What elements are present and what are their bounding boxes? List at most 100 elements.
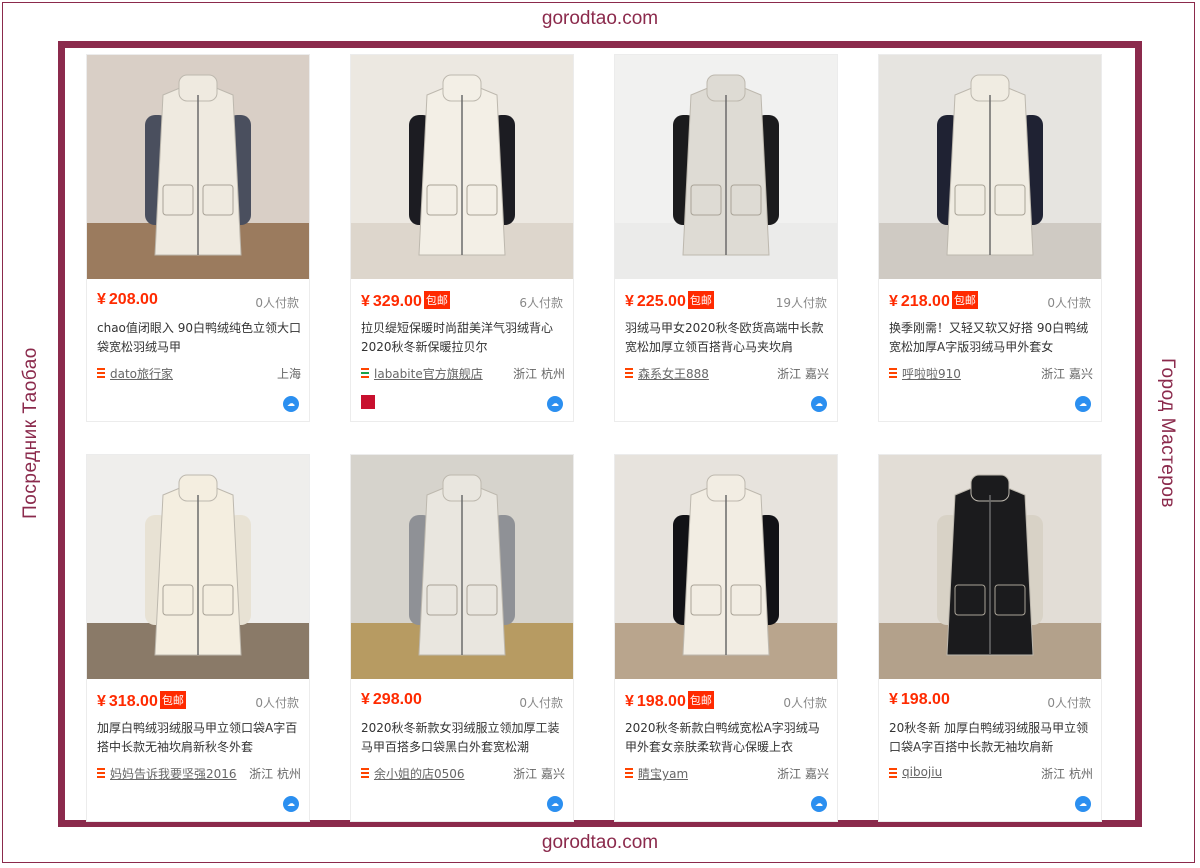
product-card[interactable]: ¥218.00 包邮 0人付款 换季刚需！又轻又软又好搭 90白鸭绒宽松加厚A字版羽绒…	[878, 54, 1102, 422]
product-title-link[interactable]: 拉贝缇短保暖时尚甜美洋气羽绒背心2020秋冬新保暖拉贝尔	[361, 319, 567, 359]
side-caption-left: Посредник Таобао	[20, 347, 41, 519]
shop-location: 浙江 嘉兴	[513, 767, 565, 781]
chat-icon[interactable]: ☁	[1075, 396, 1091, 412]
sales-count: 0人付款	[1047, 696, 1091, 710]
product-card[interactable]: ¥225.00 包邮 19人付款羽绒马甲女2020秋冬欧货高端中长款宽松加厚立领百搭…	[614, 54, 838, 422]
product-title-link[interactable]: 加厚白鸭绒羽绒服马甲立领口袋A字百搭中长款无袖坎肩新秋冬外套	[97, 719, 303, 759]
product-card[interactable]: ¥208.00 0人付款 chao值闭眼入 90白鸭绒纯色立领大口袋宽松羽绒马甲 da…	[86, 54, 310, 422]
price-value: 225.00	[636, 293, 686, 310]
shop-name-link[interactable]: 森系女王888	[638, 365, 709, 382]
currency-symbol: ¥	[625, 693, 634, 710]
shop-icon	[97, 768, 105, 779]
shop-icon	[625, 768, 633, 779]
shop-icon	[625, 368, 633, 379]
shop-location: 浙江 杭州	[1041, 767, 1093, 781]
shop-icon	[361, 368, 369, 379]
chat-icon[interactable]: ☁	[811, 396, 827, 412]
product-title-link[interactable]: 换季刚需！又轻又软又好搭 90白鸭绒宽松加厚A字版羽绒马甲外套女	[889, 319, 1095, 359]
shop-row: 睛宝yam 浙江 嘉兴	[625, 765, 829, 781]
shop-name-link[interactable]: 余小姐的店0506	[374, 765, 465, 782]
free-shipping-badge: 包邮	[687, 291, 714, 309]
site-watermark-top: gorodtao.com	[541, 8, 659, 29]
shop-row: 余小姐的店0506 浙江 嘉兴	[361, 765, 565, 781]
free-shipping-badge: 包邮	[423, 291, 450, 309]
chat-icon[interactable]: ☁	[1075, 796, 1091, 812]
sales-count: 0人付款	[255, 696, 299, 710]
shop-name-link[interactable]: 睛宝yam	[638, 765, 688, 782]
sales-count: 0人付款	[783, 696, 827, 710]
product-price: ¥225.00 包邮	[625, 291, 714, 311]
sales-count: 19人付款	[775, 296, 827, 310]
price-value: 208.00	[108, 291, 158, 308]
free-shipping-badge: 包邮	[687, 691, 714, 709]
product-card[interactable]: ¥329.00 包邮 6人付款拉贝缇短保暖时尚甜美洋气羽绒背心2020秋冬新保暖拉贝…	[350, 54, 574, 422]
shop-location: 浙江 杭州	[249, 767, 301, 781]
product-title-link[interactable]: 20秋冬新 加厚白鸭绒羽绒服马甲立领口袋A字百搭中长款无袖坎肩新	[889, 719, 1095, 759]
price-value: 318.00	[108, 693, 158, 710]
shop-row: dato旅行家 上海	[97, 365, 301, 381]
product-card[interactable]: ¥198.00 0人付款 20秋冬新 加厚白鸭绒羽绒服马甲立领口袋A字百搭中长款无袖…	[878, 454, 1102, 822]
side-caption-right: Город Мастеров	[1157, 357, 1178, 509]
product-price: ¥198.00 包邮	[625, 691, 714, 711]
chat-icon[interactable]: ☁	[283, 396, 299, 412]
shop-icon	[97, 368, 105, 379]
product-card[interactable]: ¥318.00 包邮 0人付款加厚白鸭绒羽绒服马甲立领口袋A字百搭中长款无袖坎肩新秋…	[86, 454, 310, 822]
chat-icon[interactable]: ☁	[547, 396, 563, 412]
product-price: ¥198.00	[889, 691, 950, 709]
product-image[interactable]	[351, 55, 573, 279]
shop-name-link[interactable]: 呼啦啦910	[902, 365, 961, 382]
shop-name-link[interactable]: qibojiu	[902, 765, 942, 779]
product-title-link[interactable]: chao值闭眼入 90白鸭绒纯色立领大口袋宽松羽绒马甲	[97, 319, 303, 359]
chat-icon[interactable]: ☁	[283, 796, 299, 812]
product-image[interactable]	[87, 55, 309, 279]
shop-row: 呼啦啦910 浙江 嘉兴	[889, 365, 1093, 381]
shop-row: lababite官方旗舰店 浙江 杭州	[361, 365, 565, 381]
product-image[interactable]	[615, 55, 837, 279]
shop-row: 妈妈告诉我要坚强2016 浙江 杭州	[97, 765, 301, 781]
flagship-store-logo	[361, 395, 375, 409]
product-card[interactable]: ¥298.00 0人付款 2020秋冬新款女羽绒服立领加厚工装马甲百搭多口袋黑白外套…	[350, 454, 574, 822]
currency-symbol: ¥	[889, 293, 898, 310]
currency-symbol: ¥	[97, 291, 106, 308]
product-title-link[interactable]: 2020秋冬新款白鸭绒宽松A字羽绒马甲外套女亲肤柔软背心保暖上衣	[625, 719, 831, 759]
currency-symbol: ¥	[361, 293, 370, 310]
shop-name-link[interactable]: 妈妈告诉我要坚强2016	[110, 765, 237, 782]
product-price: ¥208.00	[97, 291, 158, 309]
price-value: 198.00	[900, 691, 950, 708]
shop-row: qibojiu 浙江 杭州	[889, 765, 1093, 781]
shop-name-link[interactable]: dato旅行家	[110, 365, 173, 382]
product-price: ¥318.00 包邮	[97, 691, 186, 711]
shop-name-link[interactable]: lababite官方旗舰店	[374, 365, 483, 382]
free-shipping-badge: 包邮	[159, 691, 186, 709]
product-price: ¥329.00 包邮	[361, 291, 450, 311]
sales-count: 0人付款	[519, 696, 563, 710]
chat-icon[interactable]: ☁	[547, 796, 563, 812]
price-value: 329.00	[372, 293, 422, 310]
shop-location: 浙江 嘉兴	[1041, 367, 1093, 381]
shop-location: 浙江 嘉兴	[777, 367, 829, 381]
product-image[interactable]	[615, 455, 837, 679]
shop-row: 森系女王888 浙江 嘉兴	[625, 365, 829, 381]
product-image[interactable]	[87, 455, 309, 679]
currency-symbol: ¥	[97, 693, 106, 710]
product-card[interactable]: ¥198.00 包邮 0人付款 2020秋冬新款白鸭绒宽松A字羽绒马甲外套女亲肤柔软背…	[614, 454, 838, 822]
shop-icon	[889, 368, 897, 379]
product-image[interactable]	[879, 55, 1101, 279]
product-image[interactable]	[879, 455, 1101, 679]
chat-icon[interactable]: ☁	[811, 796, 827, 812]
product-price: ¥298.00	[361, 691, 422, 709]
free-shipping-badge: 包邮	[951, 291, 978, 309]
sales-count: 6人付款	[519, 296, 563, 310]
product-image[interactable]	[351, 455, 573, 679]
product-title-link[interactable]: 羽绒马甲女2020秋冬欧货高端中长款宽松加厚立领百搭背心马夹坎肩	[625, 319, 831, 359]
currency-symbol: ¥	[361, 691, 370, 708]
shop-location: 上海	[276, 367, 301, 381]
shop-location: 浙江 嘉兴	[777, 767, 829, 781]
currency-symbol: ¥	[889, 691, 898, 708]
shop-location: 浙江 杭州	[513, 367, 565, 381]
product-title-link[interactable]: 2020秋冬新款女羽绒服立领加厚工装马甲百搭多口袋黑白外套宽松潮	[361, 719, 567, 759]
sales-count: 0人付款	[255, 296, 299, 310]
price-value: 198.00	[636, 693, 686, 710]
shop-icon	[889, 768, 897, 779]
site-watermark-bottom: gorodtao.com	[541, 832, 659, 853]
